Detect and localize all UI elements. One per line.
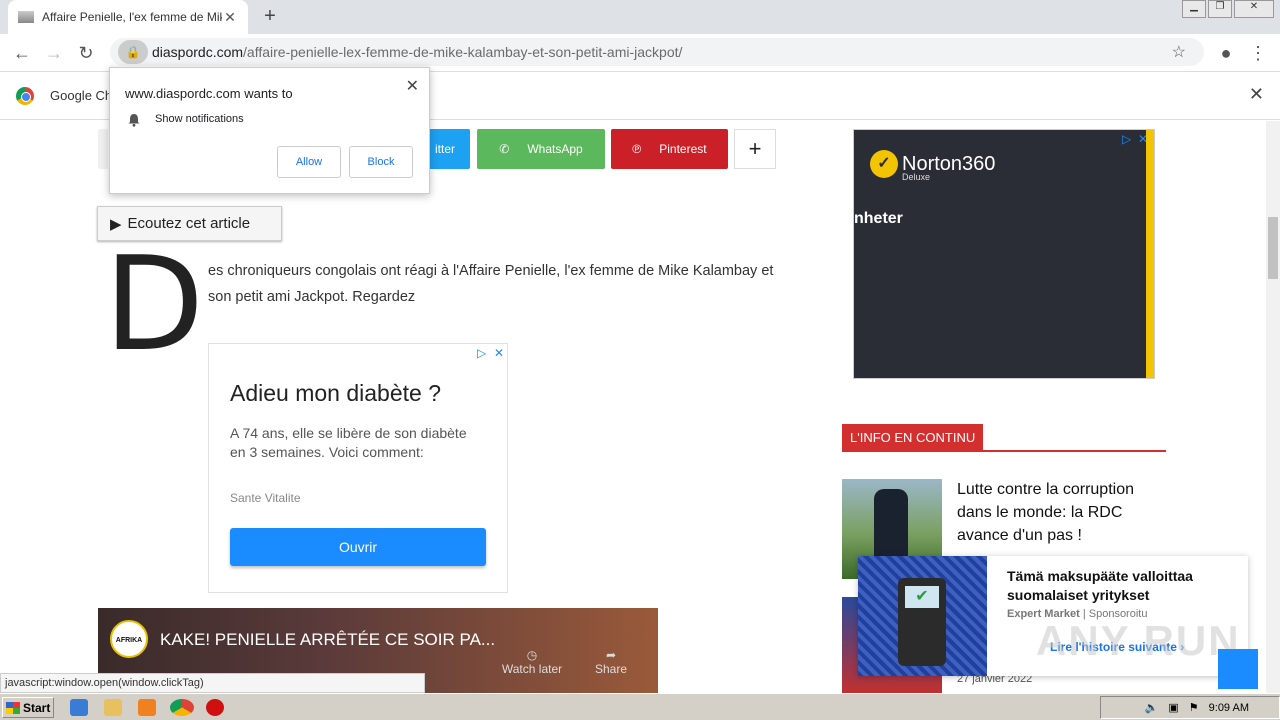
security-icon[interactable] <box>206 699 224 716</box>
section-header: L'INFO EN CONTINU <box>842 424 1166 452</box>
reload-icon[interactable]: ↻ <box>74 42 98 64</box>
ad-title: Adieu mon diabète ? <box>230 380 441 406</box>
section-title: L'INFO EN CONTINU <box>842 424 984 452</box>
web-page: itter ✆ WhatsApp ℗ Pinterest + ▶ Ecoutez… <box>0 121 1266 693</box>
tab-close-icon[interactable]: ✕ <box>222 9 238 26</box>
scroll-thumb[interactable] <box>1268 217 1278 279</box>
forward-icon[interactable]: → <box>42 42 66 64</box>
lock-icon[interactable]: 🔒 <box>118 40 148 64</box>
bell-icon <box>128 114 140 127</box>
ie-icon[interactable] <box>70 699 88 716</box>
share-more-button[interactable]: + <box>734 129 776 169</box>
address-bar[interactable]: 🔒 diaspordc.com /affaire-penielle-lex-fe… <box>110 38 1204 66</box>
ad-open-button[interactable]: Ouvrir <box>230 528 486 566</box>
watermark: ANY RUN <box>1036 617 1241 664</box>
share-arrow-icon: ➦ <box>605 648 617 662</box>
share-facebook-button[interactable] <box>98 129 108 169</box>
share-pinterest-button[interactable]: ℗ Pinterest <box>611 129 728 169</box>
back-icon[interactable]: ← <box>10 42 34 64</box>
tab-active[interactable]: Affaire Penielle, l'ex femme de Mike ✕ <box>8 0 248 34</box>
adchoices-icon[interactable]: ▷ <box>1122 132 1131 146</box>
infobar-close-icon[interactable]: ✕ <box>1249 84 1264 105</box>
page-scrollbar[interactable] <box>1266 121 1280 693</box>
menu-icon[interactable]: ⋮ <box>1246 42 1270 64</box>
ad-stripe <box>1146 130 1154 378</box>
folder-icon[interactable] <box>104 699 122 716</box>
start-label: Start <box>23 700 51 715</box>
start-button[interactable]: Start <box>2 697 54 718</box>
promo-title: Tämä maksupääte valloittaa suomalaiset y… <box>1007 568 1193 603</box>
bookmark-star-icon[interactable]: ☆ <box>1172 42 1186 62</box>
norton-sub: Deluxe <box>902 172 931 182</box>
dialog-close-icon[interactable]: ✕ <box>406 76 419 96</box>
clock[interactable]: 9:09 AM <box>1209 702 1249 714</box>
norton-text: nheter <box>854 210 903 227</box>
network-icon[interactable]: ▣ <box>1168 701 1178 714</box>
article-paragraph: es chroniqueurs congolais ont réagi à l'… <box>208 263 774 305</box>
block-button[interactable]: Block <box>349 146 413 178</box>
ad-close-icon[interactable]: ✕ <box>494 346 504 360</box>
whatsapp-label: WhatsApp <box>527 142 583 156</box>
new-tab-button[interactable]: + <box>258 4 282 28</box>
whatsapp-icon: ✆ <box>499 142 510 156</box>
taskbar: Start 🔈 ▣ ⚑ 9:09 AM <box>0 693 1280 720</box>
tab-title: Affaire Penielle, l'ex femme de Mike <box>42 10 222 24</box>
flag-icon[interactable]: ⚑ <box>1189 701 1199 714</box>
drop-cap: D <box>104 228 205 380</box>
watch-later-label: Watch later <box>501 662 563 676</box>
twitter-label: itter <box>434 142 455 156</box>
site-favicon-icon <box>18 11 34 23</box>
back-to-top-button[interactable] <box>1218 649 1258 689</box>
adchoices-icon[interactable]: ▷ <box>477 346 486 360</box>
dialog-site: www.diaspordc.com wants to <box>125 86 293 101</box>
infobar-text: Google Ch <box>50 88 113 103</box>
video-share-button[interactable]: ➦ Share <box>586 648 636 676</box>
check-icon: ✔ <box>905 586 939 608</box>
profile-icon[interactable]: ● <box>1214 42 1238 64</box>
tab-strip: Affaire Penielle, l'ex femme de Mike ✕ +… <box>0 0 1280 34</box>
status-bar: javascript:window.open(window.clickTag) <box>0 673 425 693</box>
diabetes-ad[interactable]: ▷ ✕ Adieu mon diabète ? A 74 ans, elle s… <box>208 343 508 593</box>
url-path: /affaire-penielle-lex-femme-de-mike-kala… <box>243 44 683 60</box>
notification-permission-dialog: www.diaspordc.com wants to ✕ Show notifi… <box>109 67 430 194</box>
channel-logo[interactable]: AFRIKA ELENGI TV <box>110 620 148 682</box>
video-share-label: Share <box>594 662 628 676</box>
checkmark-icon: ✓ <box>870 150 898 178</box>
minimize-icon[interactable]: ▁ <box>1182 0 1206 18</box>
allow-button[interactable]: Allow <box>277 146 341 178</box>
chrome-icon <box>16 86 34 105</box>
norton-logo: ✓ Norton360 <box>870 150 995 178</box>
window-close-icon[interactable]: ✕ <box>1234 0 1274 18</box>
watch-later-button[interactable]: ◷ Watch later <box>496 648 568 676</box>
ad-source: Sante Vitalite <box>230 491 301 505</box>
chrome-taskbar-icon[interactable] <box>170 699 194 716</box>
permission-text: Show notifications <box>155 113 244 125</box>
url-host: diaspordc.com <box>152 44 244 60</box>
restore-icon[interactable]: ❐ <box>1208 0 1232 18</box>
ad-body: A 74 ans, elle se libère de son diabète … <box>230 425 467 460</box>
pinterest-label: Pinterest <box>659 142 707 156</box>
media-player-icon[interactable] <box>138 699 156 716</box>
volume-icon[interactable]: 🔈 <box>1145 701 1159 714</box>
windows-logo-icon <box>6 701 20 714</box>
clock-icon: ◷ <box>526 648 538 662</box>
norton-ad[interactable]: ▷ ✕ ✓ Norton360 Deluxe nheter <box>853 129 1155 379</box>
share-whatsapp-button[interactable]: ✆ WhatsApp <box>477 129 605 169</box>
news-title[interactable]: Lutte contre la corruption dans le monde… <box>957 478 1157 547</box>
system-tray: 🔈 ▣ ⚑ 9:09 AM <box>1100 696 1280 719</box>
video-title[interactable]: KAKE! PENIELLE ARRÊTÉE CE SOIR PA... <box>160 630 495 650</box>
pinterest-icon: ℗ <box>632 142 642 156</box>
